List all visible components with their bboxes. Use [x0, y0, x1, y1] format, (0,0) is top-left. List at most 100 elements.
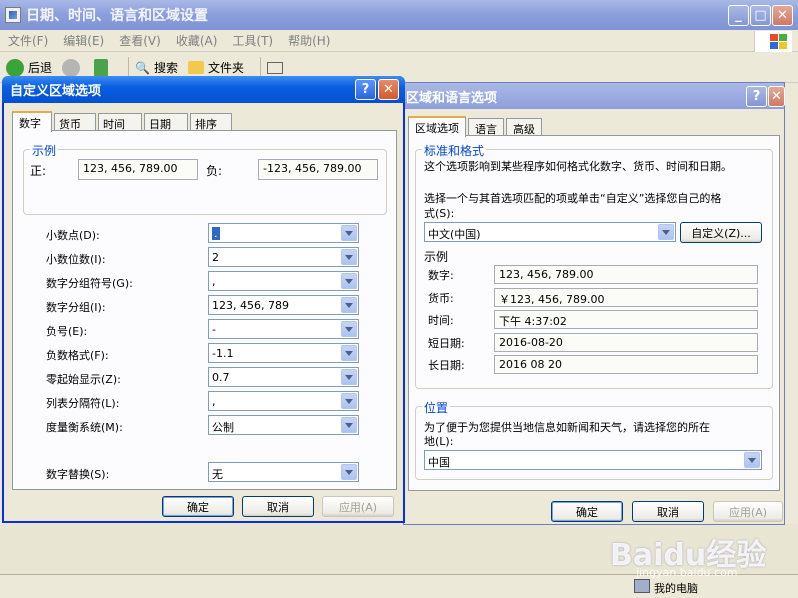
forward-button[interactable] [62, 58, 84, 77]
control-panel-icon [5, 7, 21, 23]
menu-edit[interactable]: 编辑(E) [63, 32, 104, 49]
tab-languages[interactable]: 语言 [468, 118, 504, 136]
folders-label: 文件夹 [207, 61, 244, 75]
standards-description: 这个选项影响到某些程序如何格式化数字、货币、时间和日期。 [424, 160, 732, 173]
forward-arrow-icon [62, 58, 81, 77]
chevron-down-icon[interactable] [341, 225, 357, 241]
sample-number-value: 123, 456, 789.00 [494, 265, 758, 284]
apply-button[interactable]: 应用(A) [713, 501, 783, 522]
grouping-symbol-label: 数字分组符号(G): [46, 277, 133, 290]
customize-button[interactable]: 自定义(Z)... [680, 222, 762, 243]
grouping-symbol-select[interactable]: , [208, 271, 359, 291]
chevron-down-icon[interactable] [744, 452, 760, 468]
explorer-title-bar: 日期、时间、语言和区域设置 _ □ ✕ [0, 0, 798, 30]
sample-time-label: 时间: [428, 314, 454, 327]
chevron-down-icon[interactable] [341, 345, 357, 361]
locale-select[interactable]: 中文(中国) [424, 222, 676, 242]
decimal-digits-select[interactable]: 2 [208, 247, 359, 267]
tab-currency[interactable]: 货币 [54, 113, 96, 131]
folders-button[interactable]: 文件夹 [187, 59, 244, 76]
decimal-digits-value: 2 [212, 251, 219, 264]
ok-button[interactable]: 确定 [551, 501, 623, 522]
positive-label: 正: [30, 164, 47, 178]
cancel-button[interactable]: 取消 [242, 496, 314, 517]
sample-long-date-label: 长日期: [428, 359, 465, 372]
maximize-button[interactable]: □ [750, 5, 771, 26]
negative-format-label: 负数格式(F): [46, 349, 109, 362]
chevron-down-icon[interactable] [341, 393, 357, 409]
back-button[interactable]: 后退 [6, 58, 52, 77]
cancel-button[interactable]: 取消 [632, 501, 704, 522]
grouping-symbol-value: , [212, 275, 216, 288]
tab-time[interactable]: 时间 [98, 113, 142, 131]
chevron-down-icon[interactable] [341, 369, 357, 385]
location-select[interactable]: 中国 [424, 450, 762, 470]
views-button[interactable] [267, 61, 283, 74]
tab-date[interactable]: 日期 [144, 113, 188, 131]
example-group-label: 示例 [30, 142, 59, 159]
help-button[interactable]: ? [746, 86, 767, 107]
tab-regional-options[interactable]: 区域选项 [408, 116, 466, 137]
search-button[interactable]: 🔍 搜索 [135, 59, 178, 76]
close-button[interactable]: ✕ [378, 79, 399, 100]
positive-example: 123, 456, 789.00 [78, 159, 198, 180]
location-value: 中国 [428, 456, 450, 469]
negative-sign-label: 负号(E): [46, 325, 88, 338]
digit-grouping-select[interactable]: 123, 456, 789 [208, 295, 359, 315]
chevron-down-icon[interactable] [341, 297, 357, 313]
sample-currency-value: ￥123, 456, 789.00 [494, 288, 758, 307]
menu-help[interactable]: 帮助(H) [288, 32, 330, 49]
decimal-symbol-select[interactable]: . [208, 223, 359, 243]
list-separator-select[interactable]: , [208, 391, 359, 411]
help-button[interactable]: ? [355, 79, 376, 100]
customize-options-dialog: 自定义区域选项 ? ✕ 数字 货币 时间 日期 排序 示例 正: 123, 45… [2, 76, 405, 523]
samples-label: 示例 [424, 250, 449, 264]
list-separator-value: , [212, 395, 216, 408]
measurement-system-label: 度量衡系统(M): [46, 421, 123, 434]
chevron-down-icon[interactable] [341, 417, 357, 433]
tab-sorting[interactable]: 排序 [190, 113, 232, 131]
customize-dialog-title-bar: 自定义区域选项 ? ✕ [2, 76, 405, 103]
baidu-watermark-url: jingyan.baidu.com [636, 566, 738, 579]
measurement-system-select[interactable]: 公制 [208, 415, 359, 435]
negative-sign-select[interactable]: - [208, 319, 359, 339]
locale-value: 中文(中国) [428, 228, 481, 241]
leading-zero-select[interactable]: 0.7 [208, 367, 359, 387]
close-button[interactable]: ✕ [768, 86, 785, 107]
close-button[interactable]: ✕ [772, 5, 793, 26]
negative-format-select[interactable]: -1.1 [208, 343, 359, 363]
list-separator-label: 列表分隔符(L): [46, 397, 120, 410]
chevron-down-icon[interactable] [341, 273, 357, 289]
standards-group: 标准和格式 这个选项影响到某些程序如何格式化数字、货币、时间和日期。 选择一个与… [415, 142, 773, 389]
location-description-1: 为了便于为您提供当地信息如新闻和天气，请选择您的所在 [424, 421, 710, 434]
chevron-down-icon[interactable] [341, 249, 357, 265]
select-description-1: 选择一个与其首选项匹配的项或单击“自定义”选择您自己的格 [424, 192, 722, 205]
search-label: 搜索 [153, 61, 178, 75]
menu-tools[interactable]: 工具(T) [232, 32, 273, 49]
digit-substitution-select[interactable]: 无 [208, 462, 359, 482]
menu-file[interactable]: 文件(F) [8, 32, 48, 49]
chevron-down-icon[interactable] [658, 224, 674, 240]
menu-view[interactable]: 查看(V) [119, 32, 161, 49]
status-text: 我的电脑 [654, 582, 698, 595]
tab-numbers[interactable]: 数字 [12, 111, 52, 132]
tab-advanced[interactable]: 高级 [506, 118, 542, 136]
location-group: 位置 为了便于为您提供当地信息如新闻和天气，请选择您的所在 地(L): 中国 [415, 399, 773, 480]
digit-grouping-label: 数字分组(I): [46, 301, 106, 314]
example-group: 示例 正: 123, 456, 789.00 负: -123, 456, 789… [23, 142, 387, 215]
windows-logo-icon [754, 31, 792, 52]
negative-format-value: -1.1 [212, 347, 234, 360]
chevron-down-icon[interactable] [341, 321, 357, 337]
sample-time-value: 下午 4:37:02 [494, 310, 758, 329]
sample-short-date-value: 2016-08-20 [494, 333, 758, 352]
decimal-symbol-label: 小数点(D): [46, 229, 100, 242]
menu-favorites[interactable]: 收藏(A) [176, 32, 218, 49]
ok-button[interactable]: 确定 [162, 496, 234, 517]
region-tab-panel: 标准和格式 这个选项影响到某些程序如何格式化数字、货币、时间和日期。 选择一个与… [408, 135, 780, 491]
select-description-2: 式(S): [424, 207, 455, 220]
apply-button[interactable]: 应用(A) [322, 496, 394, 517]
up-button[interactable] [94, 58, 112, 77]
standards-group-label: 标准和格式 [422, 142, 487, 159]
minimize-button[interactable]: _ [728, 5, 749, 26]
chevron-down-icon[interactable] [341, 464, 357, 480]
